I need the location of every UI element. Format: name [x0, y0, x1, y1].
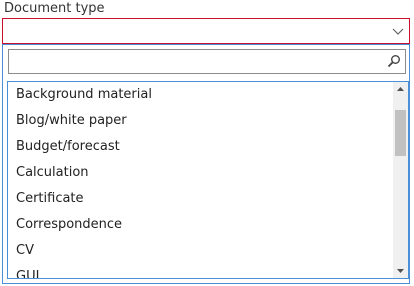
- list-item[interactable]: Correspondence: [8, 212, 393, 238]
- vertical-scrollbar[interactable]: [393, 82, 408, 278]
- list-item[interactable]: Budget/forecast: [8, 134, 393, 160]
- list-item[interactable]: Background material: [8, 82, 393, 108]
- arrow-down-icon[interactable]: [393, 263, 408, 278]
- dropdown-panel: Background material Blog/white paper Bud…: [2, 44, 410, 284]
- options-list: Background material Blog/white paper Bud…: [7, 81, 409, 279]
- list-item[interactable]: CV: [8, 238, 393, 264]
- field-label: Document type: [4, 1, 105, 16]
- options-list-items: Background material Blog/white paper Bud…: [8, 82, 393, 278]
- list-item[interactable]: GUI: [8, 264, 393, 278]
- arrow-up-icon[interactable]: [393, 82, 408, 97]
- list-item[interactable]: Calculation: [8, 160, 393, 186]
- scrollbar-thumb[interactable]: [395, 110, 406, 156]
- document-type-field: Document type Background material Blog/w…: [0, 0, 414, 286]
- search-input[interactable]: [9, 50, 393, 73]
- search-icon[interactable]: [387, 54, 401, 68]
- search-field[interactable]: [8, 49, 406, 74]
- list-item[interactable]: Blog/white paper: [8, 108, 393, 134]
- chevron-down-icon[interactable]: [391, 24, 405, 38]
- document-type-select[interactable]: [2, 18, 410, 44]
- list-item[interactable]: Certificate: [8, 186, 393, 212]
